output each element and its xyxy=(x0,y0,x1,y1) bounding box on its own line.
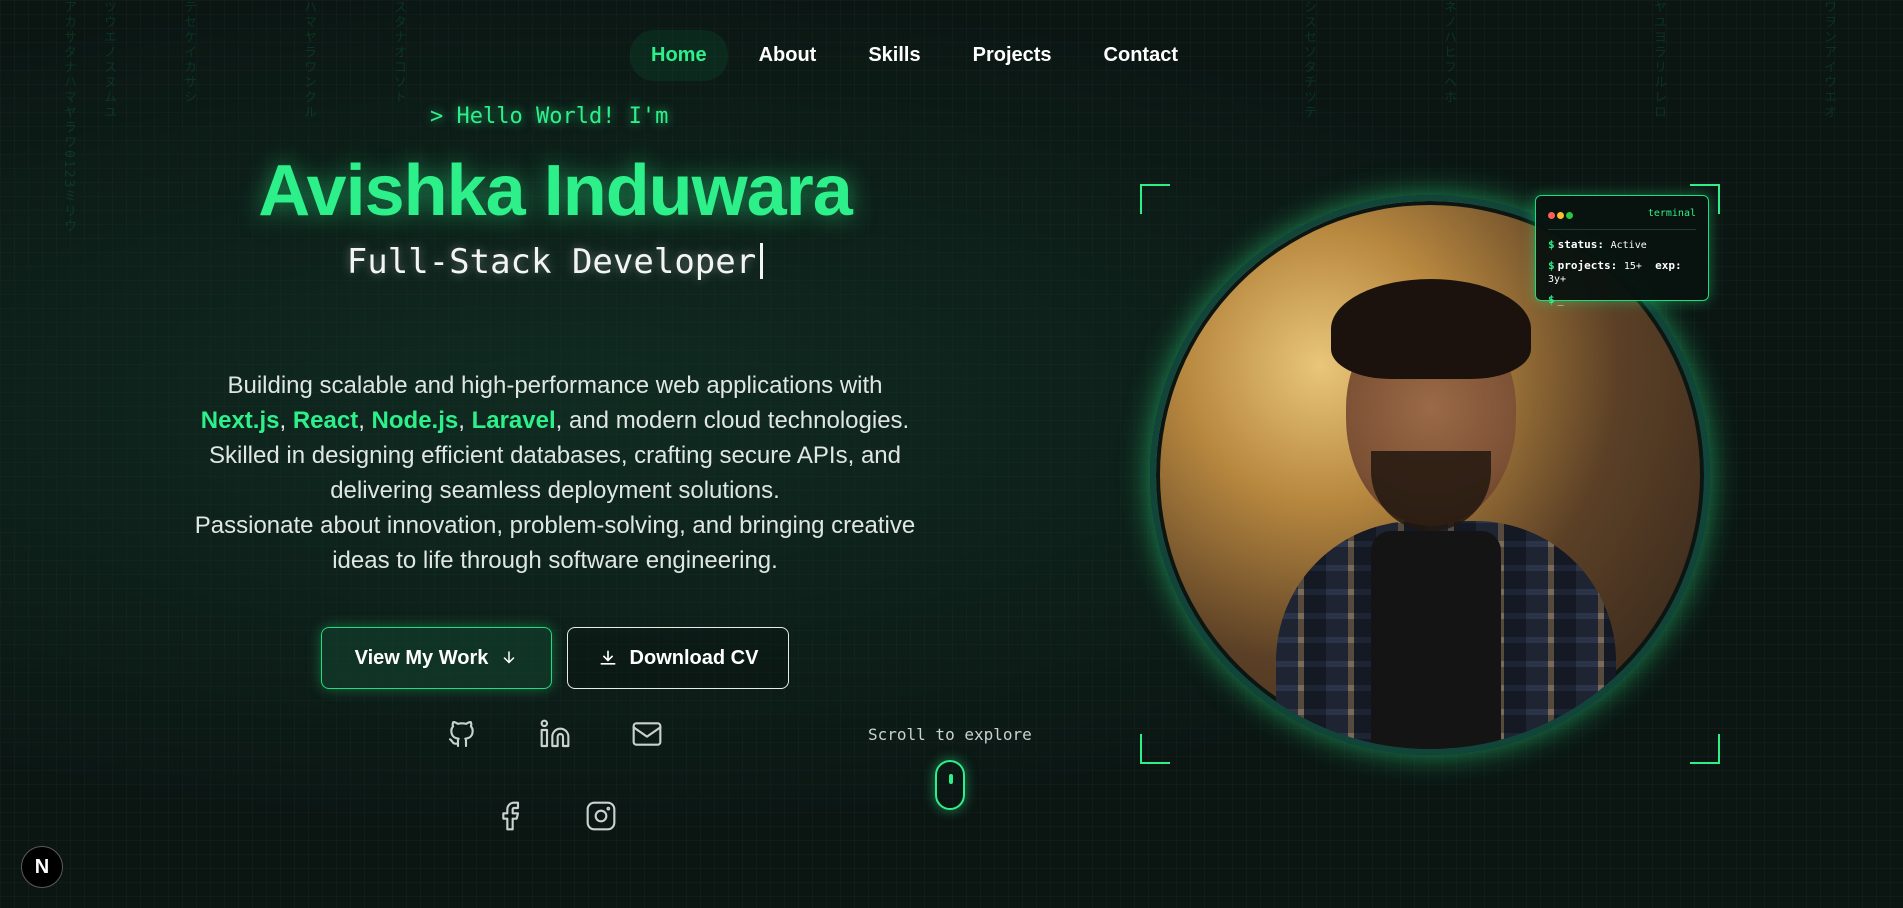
maximize-dot-icon xyxy=(1566,212,1573,219)
facebook-icon xyxy=(502,801,520,831)
scroll-mouse-icon[interactable] xyxy=(935,760,965,810)
matrix-rain-column: ツウエノスヌムユ xyxy=(101,0,116,120)
matrix-rain-column: ワヲンアイウエオ xyxy=(1821,0,1836,120)
linkedin-link[interactable] xyxy=(537,716,573,752)
nav-home[interactable]: Home xyxy=(630,30,728,81)
bio-line2: Skilled in designing efficient databases… xyxy=(209,442,901,504)
instagram-icon xyxy=(586,801,616,831)
terminal-stats-line: $ projects: 15+ exp: 3y+ xyxy=(1548,259,1696,285)
matrix-rain-column: スタナオコソト xyxy=(391,0,406,105)
download-cv-button[interactable]: Download CV xyxy=(567,627,789,689)
mail-icon xyxy=(632,722,662,746)
email-link[interactable] xyxy=(629,716,665,752)
nav-contact[interactable]: Contact xyxy=(1083,30,1199,81)
download-icon xyxy=(600,650,616,665)
bio-line3: Passionate about innovation, problem-sol… xyxy=(194,512,916,574)
scroll-hint: Scroll to explore xyxy=(868,725,1032,744)
download-cv-label: Download CV xyxy=(629,646,759,669)
view-work-label: View My Work xyxy=(354,646,489,669)
hero-greeting: > Hello World! I'm xyxy=(430,104,669,129)
hero-role: Full-Stack Developer xyxy=(0,242,1110,282)
matrix-rain-column: テセケイカサシ xyxy=(181,0,196,105)
matrix-rain-column: ヤユヨラリルレロ xyxy=(1651,0,1666,120)
photo-hair xyxy=(1331,279,1531,379)
linkedin-icon xyxy=(540,719,570,748)
github-icon xyxy=(448,721,474,748)
matrix-rain-column: ハマヤラワンクル xyxy=(301,0,316,120)
status-key: status: xyxy=(1557,238,1604,251)
minimize-dot-icon xyxy=(1557,212,1564,219)
github-link[interactable] xyxy=(444,716,480,752)
main-nav: Home About Skills Projects Contact xyxy=(630,30,1199,81)
nav-about[interactable]: About xyxy=(738,30,838,81)
tech-nodejs: Node.js xyxy=(371,407,459,434)
window-controls xyxy=(1548,204,1575,223)
nav-skills[interactable]: Skills xyxy=(847,30,941,81)
projects-key: projects: xyxy=(1557,259,1618,272)
projects-value: 15+ xyxy=(1623,261,1642,272)
terminal-prompt: $ xyxy=(1548,259,1555,272)
typing-cursor xyxy=(760,243,764,279)
bio-separator: , xyxy=(279,407,293,434)
frame-corner-bottom-left xyxy=(1140,734,1170,764)
terminal-prompt: $ xyxy=(1548,238,1555,251)
photo-shirt xyxy=(1371,531,1501,749)
frame-corner-bottom-right xyxy=(1690,734,1720,764)
status-value: Active xyxy=(1610,240,1647,251)
photo-beard xyxy=(1371,451,1491,531)
matrix-rain-column: ネノハヒフヘホ xyxy=(1441,0,1456,105)
terminal-cursor: _ xyxy=(1557,295,1564,306)
bio-line1-prefix: Building scalable and high-performance w… xyxy=(227,372,883,399)
terminal-prompt: $ xyxy=(1548,293,1555,306)
hero-name: Avishka Induwara xyxy=(258,151,853,231)
close-dot-icon xyxy=(1548,212,1555,219)
facebook-link[interactable] xyxy=(492,798,528,834)
terminal-input-line: $ _ xyxy=(1548,293,1696,306)
terminal-header: terminal xyxy=(1548,204,1696,230)
bio-line1-suffix: , and modern cloud technologies. xyxy=(555,407,910,434)
exp-key: exp: xyxy=(1655,259,1682,272)
nextjs-dev-badge[interactable]: N xyxy=(21,846,63,888)
view-work-button[interactable]: View My Work xyxy=(321,627,552,689)
hero-bio: Building scalable and high-performance w… xyxy=(185,368,925,578)
nav-projects[interactable]: Projects xyxy=(952,30,1073,81)
tech-laravel: Laravel xyxy=(471,407,556,434)
tech-nextjs: Next.js xyxy=(200,407,280,434)
exp-value: 3y+ xyxy=(1548,274,1567,285)
instagram-link[interactable] xyxy=(583,798,619,834)
terminal-title: terminal xyxy=(1647,208,1696,219)
terminal-widget: terminal $ status: Active $ projects: 15+ … xyxy=(1535,195,1709,306)
frame-corner-top-left xyxy=(1140,184,1170,214)
matrix-rain-column: シスセソタチツテ xyxy=(1301,0,1316,120)
bio-separator: , xyxy=(458,407,472,434)
bio-separator: , xyxy=(358,407,372,434)
hero-role-text: Full-Stack Developer xyxy=(346,242,757,282)
tech-react: React xyxy=(292,407,359,434)
terminal-status-line: $ status: Active xyxy=(1548,238,1696,251)
arrow-down-icon xyxy=(504,651,515,664)
